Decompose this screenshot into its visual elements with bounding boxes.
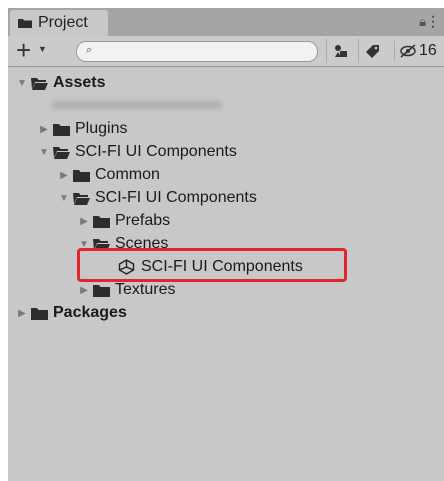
folder-icon [73, 169, 90, 182]
tree-item-scifi-root[interactable]: ▼ SCI-FI UI Components [38, 141, 237, 163]
tab-project[interactable]: Project [10, 10, 108, 36]
tree-label: Prefabs [115, 212, 171, 229]
tree-label: Assets [53, 74, 106, 91]
hidden-packages-toggle[interactable]: 16 [394, 41, 437, 61]
eye-slash-icon [400, 44, 416, 58]
tree-item-assets[interactable]: ▼ Assets [16, 72, 105, 94]
tree-item-prefabs[interactable]: ▶ Prefabs [78, 210, 170, 232]
tab-title: Project [38, 14, 88, 31]
tree-item-packages[interactable]: ▶ Packages [16, 302, 127, 324]
folder-open-icon [73, 192, 90, 205]
tree-label: SCI-FI UI Components [75, 143, 237, 160]
folder-icon [53, 123, 70, 136]
project-window: Project 🔒︎ ⋮ + ▼ ⌕ 16 ▼ Assets ▶ Plugins… [8, 8, 444, 481]
tab-bar: Project 🔒︎ ⋮ [8, 8, 444, 36]
folder-open-icon [31, 77, 48, 90]
collapse-arrow-icon[interactable]: ▶ [78, 285, 90, 296]
highlight-box [77, 248, 347, 282]
tag-icon [366, 45, 379, 58]
plus-icon: + [16, 35, 32, 65]
chevron-down-icon: ▼ [38, 44, 47, 54]
folder-icon [18, 19, 32, 28]
tree-item-textures[interactable]: ▶ Textures [78, 279, 175, 301]
folder-icon [31, 307, 48, 320]
lock-icon[interactable]: 🔒︎ [419, 14, 426, 30]
folder-icon [93, 284, 110, 297]
search-icon: ⌕ [86, 44, 93, 56]
search-input[interactable]: ⌕ [76, 41, 318, 62]
tree-item-scifi-sub[interactable]: ▼ SCI-FI UI Components [58, 187, 257, 209]
expand-arrow-icon[interactable]: ▼ [16, 78, 28, 89]
tree-label: SCI-FI UI Components [95, 189, 257, 206]
search-by-label-button[interactable] [358, 39, 387, 63]
tree-label: Common [95, 166, 160, 183]
collapse-arrow-icon[interactable]: ▶ [78, 216, 90, 227]
tree-item-plugins[interactable]: ▶ Plugins [38, 118, 127, 140]
tree-item-common[interactable]: ▶ Common [58, 164, 160, 186]
blurred-item [52, 101, 222, 109]
toolbar: + ▼ ⌕ 16 [8, 35, 444, 67]
folder-open-icon [53, 146, 70, 159]
expand-arrow-icon[interactable]: ▼ [38, 147, 50, 158]
folder-icon [93, 215, 110, 228]
collapse-arrow-icon[interactable]: ▶ [16, 308, 28, 319]
expand-arrow-icon[interactable]: ▼ [58, 193, 70, 204]
tree-label: Plugins [75, 120, 128, 137]
tree-label: Packages [53, 304, 127, 321]
search-by-type-button[interactable] [326, 39, 355, 63]
more-options-icon[interactable]: ⋮ [426, 13, 440, 30]
collapse-arrow-icon[interactable]: ▶ [38, 124, 50, 135]
create-button[interactable]: + ▼ [14, 35, 48, 65]
tree-label: Textures [115, 281, 176, 298]
collapse-arrow-icon[interactable]: ▶ [58, 170, 70, 181]
shapes-icon [335, 45, 347, 57]
hidden-count: 16 [419, 42, 437, 59]
